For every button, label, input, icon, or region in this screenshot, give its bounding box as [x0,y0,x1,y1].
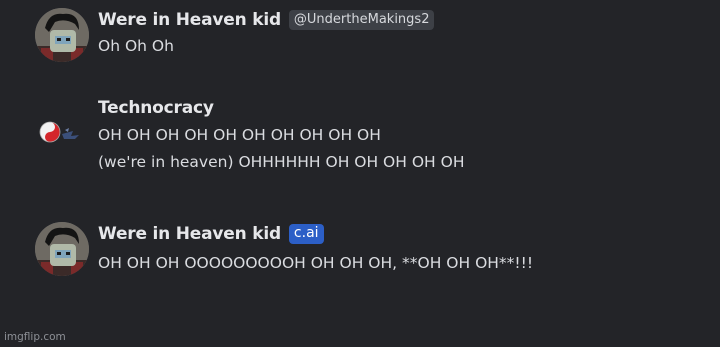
message-text: Oh Oh Oh [98,37,174,55]
avatar[interactable] [35,8,89,62]
username[interactable]: Were in Heaven kid [98,10,281,30]
avatar-character-icon [35,8,89,62]
message-text: OH OH OH OOOOOOOOOH OH OH OH, **OH OH OH… [98,254,534,272]
message-header: Were in Heaven kid c.ai [98,222,533,246]
message-text: (we're in heaven) OHHHHHH OH OH OH OH OH [98,153,465,171]
message-text: OH OH OH OH OH OH OH OH OH OH [98,126,381,144]
watermark: imgflip.com [4,331,66,343]
handle-badge[interactable]: @UndertheMakings2 [288,10,435,30]
avatar[interactable] [35,114,89,168]
message-header: Were in Heaven kid @UndertheMakings2 [98,8,435,32]
avatar-yin-yang-logo-icon [39,121,79,143]
avatar[interactable] [35,222,89,276]
avatar-character-icon [35,222,89,276]
message-header: Technocracy [98,96,464,120]
username[interactable]: Technocracy [98,98,214,118]
cai-badge: c.ai [288,224,324,244]
username[interactable]: Were in Heaven kid [98,224,281,244]
